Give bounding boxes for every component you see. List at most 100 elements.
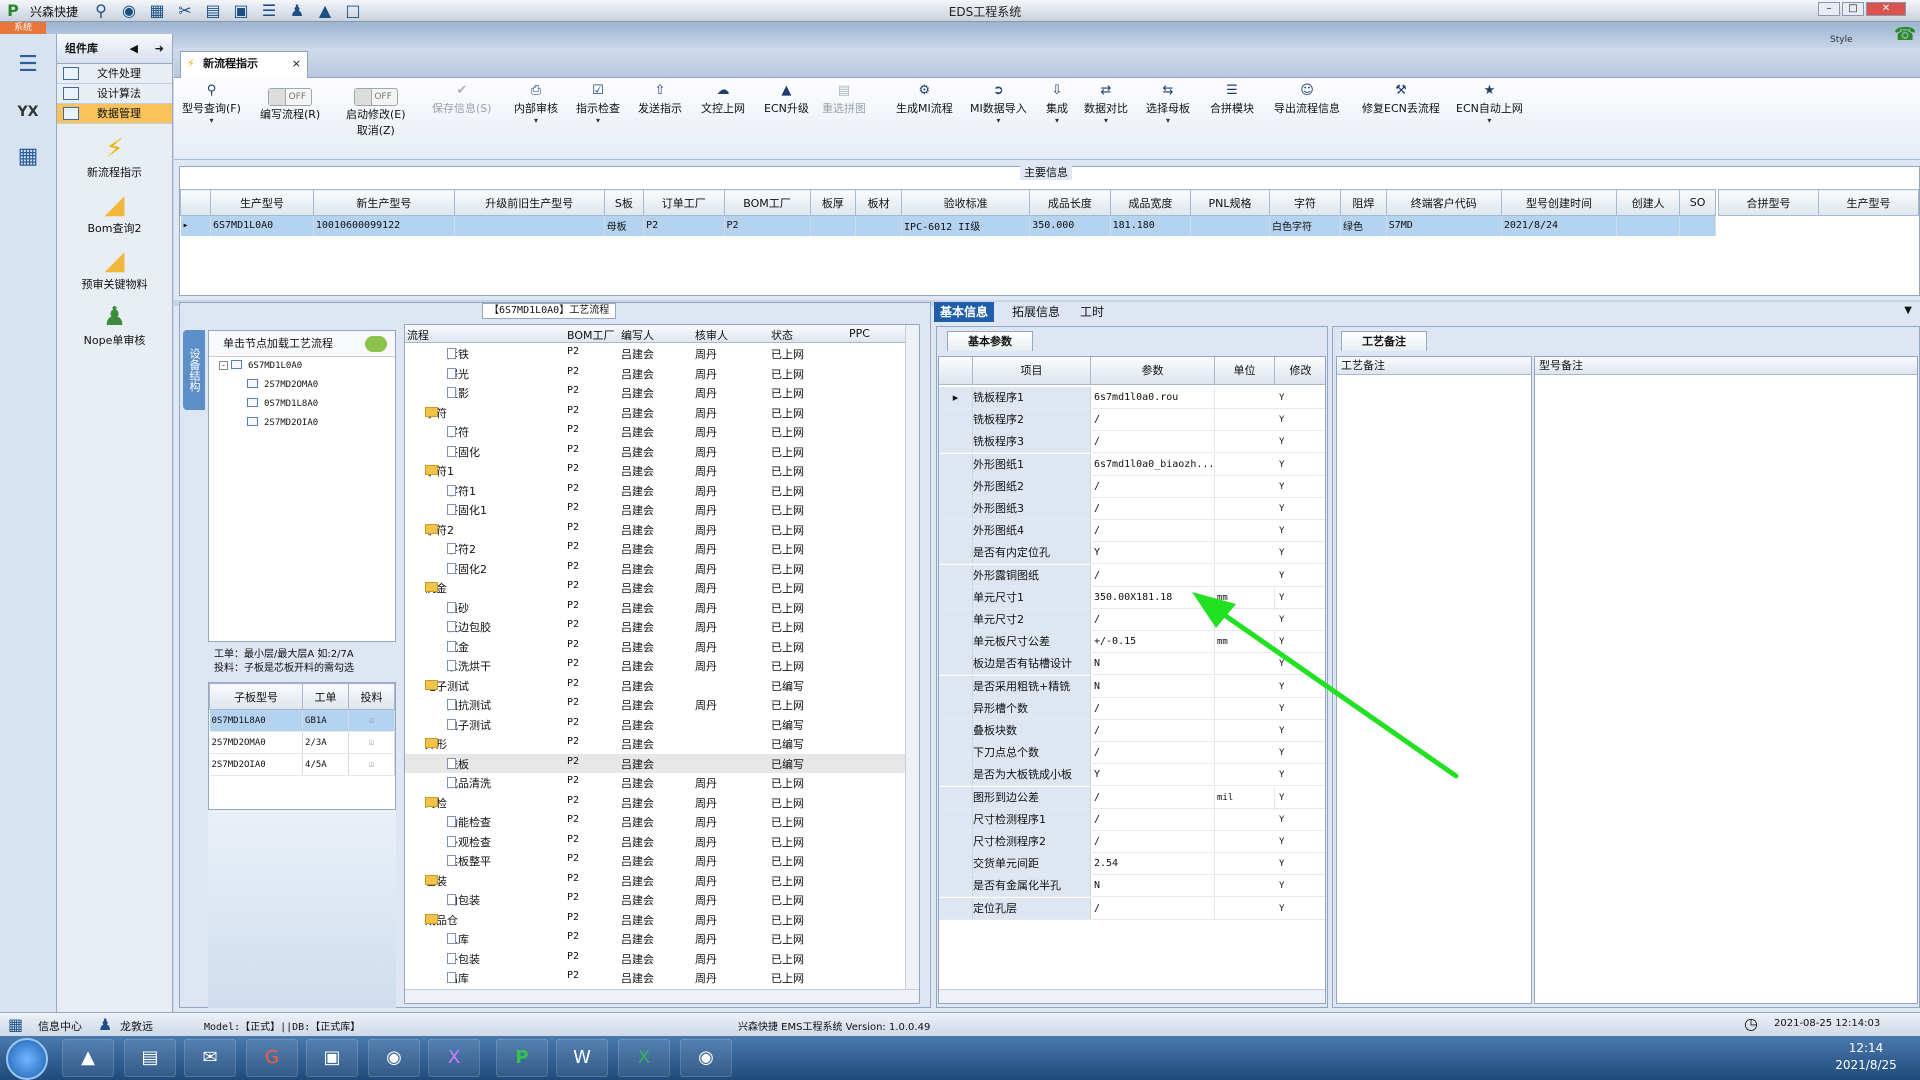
param-value[interactable]: /: [1091, 831, 1215, 853]
model-query-button[interactable]: ⚲ 型号查询(F) ▾: [182, 82, 241, 126]
internal-review-button[interactable]: ⎙ 内部审核 ▾: [514, 82, 558, 126]
send-instruction-button[interactable]: ⇧ 发送指示: [638, 82, 682, 116]
param-value[interactable]: /: [1091, 742, 1215, 765]
horizontal-scrollbar[interactable]: [939, 989, 1325, 1003]
pin-icon[interactable]: ➜: [155, 34, 164, 64]
taskbar-app-excel[interactable]: X: [618, 1039, 670, 1077]
flow-row[interactable]: 显影 P2 吕建会 周丹 已上网: [405, 383, 905, 402]
close-button[interactable]: ✕: [1866, 2, 1906, 16]
dropdown-icon[interactable]: ▾: [970, 116, 1027, 126]
toggle-switch[interactable]: OFF: [268, 88, 313, 106]
param-row[interactable]: 单元板尺寸公差 +/-0.15 mm Y: [939, 631, 1325, 654]
column-header[interactable]: 参数: [1091, 357, 1215, 385]
param-row[interactable]: 板边是否有钻槽设计 N Y: [939, 653, 1325, 676]
column-header[interactable]: 订单工厂: [643, 189, 725, 216]
param-value[interactable]: /: [1091, 609, 1215, 631]
column-header[interactable]: 创建人: [1616, 189, 1681, 216]
flow-row[interactable]: 终固化 P2 吕建会 周丹 已上网: [405, 442, 905, 461]
column-header[interactable]: 核审人: [695, 327, 728, 343]
flow-row[interactable]: -沉金 P2 吕建会 周丹 已上网: [405, 578, 905, 597]
flow-row[interactable]: -字符2 P2 吕建会 周丹 已上网: [405, 520, 905, 539]
flow-row[interactable]: 水洗烘干 P2 吕建会 周丹 已上网: [405, 656, 905, 675]
info-center-label[interactable]: 信息中心: [38, 1018, 82, 1034]
param-value[interactable]: N: [1091, 653, 1215, 676]
param-value[interactable]: 6s7md1l0a0.rou: [1091, 387, 1215, 409]
tab-device-structure[interactable]: 设备结构: [183, 330, 205, 410]
checkbox-icon[interactable]: ☑: [348, 731, 395, 754]
param-row[interactable]: 外形图纸2/ Y: [939, 475, 1325, 498]
param-value[interactable]: 2.54: [1091, 853, 1215, 876]
flow-row[interactable]: 内包装 P2 吕建会 周丹 已上网: [405, 890, 905, 909]
scissors-icon[interactable]: ✂: [174, 2, 196, 20]
flow-row[interactable]: 出库 P2 吕建会 周丹 已上网: [405, 968, 905, 987]
film-icon[interactable]: ▤: [202, 2, 224, 20]
table-row[interactable]: 0S7MD1L8A0 GB1A ☑: [209, 709, 395, 732]
horizontal-scrollbar[interactable]: [405, 989, 919, 1003]
taskbar-clock[interactable]: 12:14 2021/8/25: [1826, 1040, 1906, 1074]
select-motherboard-button[interactable]: ⇆ 选择母板 ▾: [1146, 82, 1190, 126]
flow-row[interactable]: 喷砂 P2 吕建会 周丹 已上网: [405, 598, 905, 617]
flow-row[interactable]: 终固化1 P2 吕建会 周丹 已上网: [405, 500, 905, 519]
param-value[interactable]: /: [1091, 720, 1215, 742]
param-value[interactable]: 350.00X181.18: [1091, 586, 1215, 609]
param-row[interactable]: 是否为大板铣成小板 Y Y: [939, 764, 1325, 787]
taskbar-app-save[interactable]: ▣: [306, 1039, 358, 1077]
param-value[interactable]: /: [1091, 897, 1215, 920]
collapse-icon[interactable]: -: [219, 361, 228, 370]
list-icon[interactable]: ☰: [258, 2, 280, 20]
search-icon[interactable]: ⚲: [90, 2, 112, 20]
column-header[interactable]: 验收标准: [901, 189, 1031, 216]
repair-ecn-button[interactable]: ⚒ 修复ECN丢流程: [1362, 82, 1440, 116]
column-header[interactable]: 项目: [973, 357, 1091, 385]
menu-item-file[interactable]: 文件处理: [57, 64, 172, 84]
tree-node[interactable]: 0S7MD1L8A0: [209, 395, 395, 414]
column-header[interactable]: 状态: [771, 327, 793, 343]
column-header[interactable]: PNL规格: [1190, 189, 1270, 216]
grid-icon[interactable]: ▦: [8, 1015, 23, 1034]
column-header[interactable]: 生产型号: [210, 189, 314, 216]
column-header[interactable]: 工单: [302, 683, 349, 710]
param-value[interactable]: N: [1091, 675, 1215, 698]
taskbar-app-eds[interactable]: P: [496, 1039, 548, 1077]
generate-mi-button[interactable]: ⚙ 生成MI流程: [896, 82, 953, 116]
mi-import-button[interactable]: ➲ MI数据导入 ▾: [970, 82, 1027, 126]
flow-row[interactable]: 字符2 P2 吕建会 周丹 已上网: [405, 539, 905, 558]
menu-item-data[interactable]: 数据管理: [57, 104, 172, 124]
dropdown-icon[interactable]: ▾: [576, 116, 620, 126]
save-info-button[interactable]: ✔ 保存信息(S): [432, 82, 492, 116]
phone-icon[interactable]: ☎: [1894, 24, 1916, 45]
param-value[interactable]: Y: [1091, 764, 1215, 787]
flow-row[interactable]: 铣板 P2 吕建会 已编写: [405, 753, 905, 773]
start-modify-toggle[interactable]: OFF 启动修改(E) 取消(Z): [346, 82, 406, 138]
flow-row[interactable]: 拆铁 P2 吕建会 周丹 已上网: [405, 344, 905, 363]
column-header[interactable]: BOM工厂: [567, 327, 615, 343]
monitor-icon[interactable]: □: [342, 2, 364, 20]
param-row[interactable]: 单元尺寸1 350.00X181.18 mm Y: [939, 586, 1325, 609]
yx-logo-icon[interactable]: YX: [8, 94, 48, 130]
flow-row[interactable]: -包装 P2 吕建会 周丹 已上网: [405, 871, 905, 890]
integrate-button[interactable]: ⇩ 集成 ▾: [1046, 82, 1068, 126]
taskbar-app-x[interactable]: X: [428, 1039, 480, 1077]
column-header[interactable]: BOM工厂: [723, 189, 811, 216]
table-row[interactable]: ▸ 6S7MD1L0A0 10010600099122 母板 P2 P2 IPC-6012 …: [180, 215, 1716, 236]
nope-review-button[interactable]: ♟ Nope单审核: [57, 302, 172, 348]
dropdown-icon[interactable]: ▾: [1046, 116, 1068, 126]
column-header[interactable]: S板: [603, 189, 645, 216]
param-row[interactable]: ▸ 铣板程序1 6s7md1l0a0.rou Y: [939, 387, 1325, 409]
tree-node[interactable]: 2S7MD2OMA0: [209, 376, 395, 395]
column-header[interactable]: 流程: [407, 327, 429, 343]
column-header[interactable]: 成品长度: [1029, 189, 1111, 216]
param-value[interactable]: /: [1091, 564, 1215, 587]
column-header[interactable]: 编写人: [621, 327, 654, 343]
taskbar-app-viewer[interactable]: ◉: [368, 1039, 420, 1077]
vertical-scrollbar[interactable]: [905, 325, 919, 1003]
flow-row[interactable]: 功能检查 P2 吕建会 周丹 已上网: [405, 812, 905, 831]
param-row[interactable]: 铣板程序2/ Y: [939, 409, 1325, 432]
param-row[interactable]: 外形露铜图纸 / Y: [939, 564, 1325, 587]
column-header[interactable]: 字符: [1268, 189, 1341, 216]
param-row[interactable]: 交货单元间距 2.54 Y: [939, 853, 1325, 876]
param-value[interactable]: +/-0.15: [1091, 631, 1215, 654]
param-row[interactable]: 异形槽个数 / Y: [939, 697, 1325, 720]
toggle-switch[interactable]: OFF: [353, 88, 398, 106]
tab-basic-params[interactable]: 基本参数: [947, 331, 1033, 351]
